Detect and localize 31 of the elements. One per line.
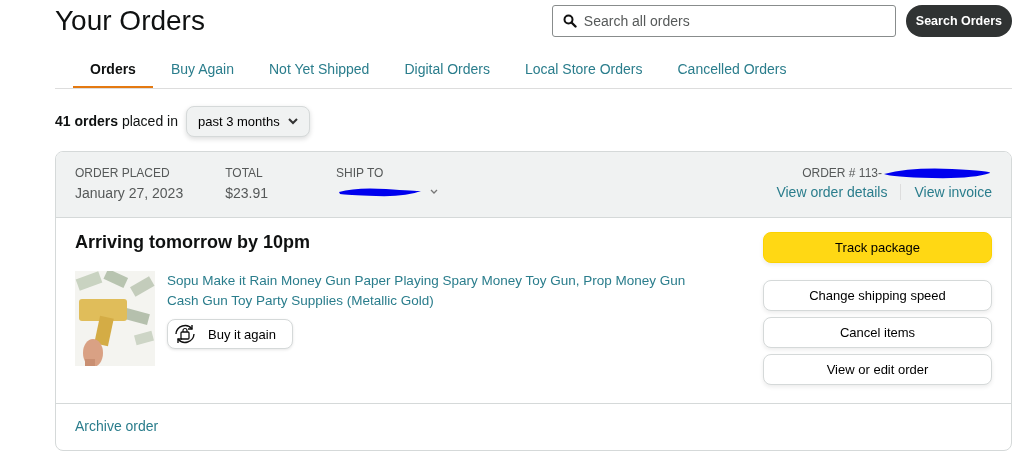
order-action-button[interactable]: View or edit order [763,354,992,385]
product-title-link[interactable]: Sopu Make it Rain Money Gun Paper Playing Spary Money Toy Gun, Prop Money Gun Cash Gun Toy Party Supplies (Metallic Gold) [167,271,707,311]
ship-to-label: SHIP TO [336,166,385,180]
total-label: TOTAL [225,166,264,180]
time-filter-dropdown[interactable]: past 3 months [186,105,310,137]
search-button[interactable]: Search Orders [905,5,1012,37]
orders-count-text: 41 orders placed in [55,113,178,129]
order-placed-label: ORDER PLACED [75,166,171,180]
order-action-button[interactable]: Cancel items [763,317,992,348]
invoice-link[interactable]: View invoice [914,184,992,200]
search-field[interactable]: Search all orders [551,5,896,37]
buy-again-icon [172,323,198,345]
chevron-down-icon[interactable] [430,189,439,195]
order-number-label: ORDER # 113- [802,166,882,180]
delivery-status: Arriving tomorrow by 10pm [75,232,312,253]
page-title: Your Orders [55,5,205,37]
track-package-button[interactable]: Track package [763,232,992,263]
search-icon [562,14,577,28]
order-action-button[interactable]: Change shipping speed [763,280,992,311]
tab[interactable]: Digital Orders [387,52,507,88]
tab[interactable]: Orders [73,52,153,88]
order-date: January 27, 2023 [75,185,184,201]
order-details-link[interactable]: View order details [776,184,888,200]
archive-order-link[interactable]: Archive order [75,418,159,434]
tab[interactable]: Buy Again [153,52,251,88]
order-total: $23.91 [225,185,269,201]
buy-again-button[interactable]: Buy it again [167,319,293,349]
chevron-down-icon [287,117,298,125]
tab[interactable]: Local Store Orders [508,52,660,88]
tab[interactable]: Cancelled Orders [660,52,804,88]
tab[interactable]: Not Yet Shipped [252,52,387,88]
